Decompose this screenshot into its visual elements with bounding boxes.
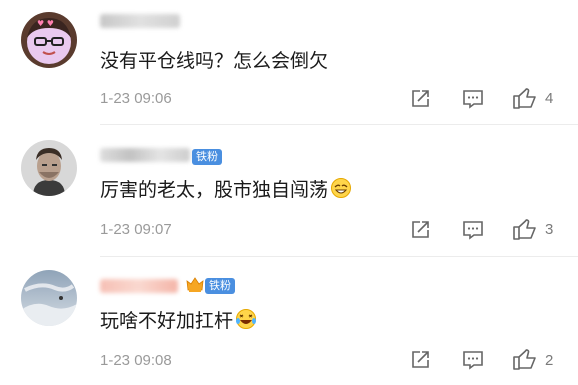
crown-icon	[186, 277, 204, 293]
like-count: 3	[545, 221, 554, 238]
reply-icon[interactable]	[461, 219, 485, 245]
share-icon[interactable]	[409, 219, 431, 245]
username[interactable]	[100, 14, 180, 28]
avatar[interactable]	[21, 270, 77, 326]
divider	[100, 124, 578, 125]
like-count: 4	[545, 90, 554, 107]
reply-icon[interactable]	[461, 349, 485, 375]
fan-badge: 铁粉	[205, 278, 235, 294]
comment-time: 1-23 09:08	[100, 352, 172, 369]
laugh-cry-emoji	[235, 308, 257, 335]
like-icon[interactable]	[512, 86, 538, 114]
comment-text-content: 厉害的老太，股市独自闯荡	[100, 179, 329, 201]
grin-emoji	[330, 177, 352, 204]
fan-badge: 铁粉	[192, 149, 222, 165]
comment-text: 玩啥不好加扛杆	[100, 306, 257, 335]
comment-time: 1-23 09:06	[100, 90, 172, 107]
comment-item: 铁粉 玩啥不好加扛杆 1-23 09:08 2	[0, 258, 578, 385]
comment-text: 厉害的老太，股市独自闯荡	[100, 175, 352, 204]
username[interactable]	[100, 279, 178, 293]
username[interactable]	[100, 148, 190, 162]
divider	[100, 256, 578, 257]
share-icon[interactable]	[409, 349, 431, 375]
like-icon[interactable]	[512, 347, 538, 375]
like-count: 2	[545, 352, 554, 369]
avatar[interactable]	[21, 140, 77, 196]
comment-item: 铁粉 厉害的老太，股市独自闯荡 1-23 09:07 3	[0, 126, 578, 257]
like-icon[interactable]	[512, 217, 538, 245]
reply-icon[interactable]	[461, 88, 485, 114]
comment-time: 1-23 09:07	[100, 221, 172, 238]
avatar[interactable]: ♥ ♥	[21, 12, 77, 68]
comment-text-content: 玩啥不好加扛杆	[100, 310, 234, 332]
comment-item: ♥ ♥ 没有平仓线吗？怎么会倒欠 1-23 09:06 4	[0, 0, 578, 125]
share-icon[interactable]	[409, 88, 431, 114]
comment-text: 没有平仓线吗？怎么会倒欠	[100, 50, 329, 72]
svg-text:♥ ♥: ♥ ♥	[37, 19, 54, 28]
